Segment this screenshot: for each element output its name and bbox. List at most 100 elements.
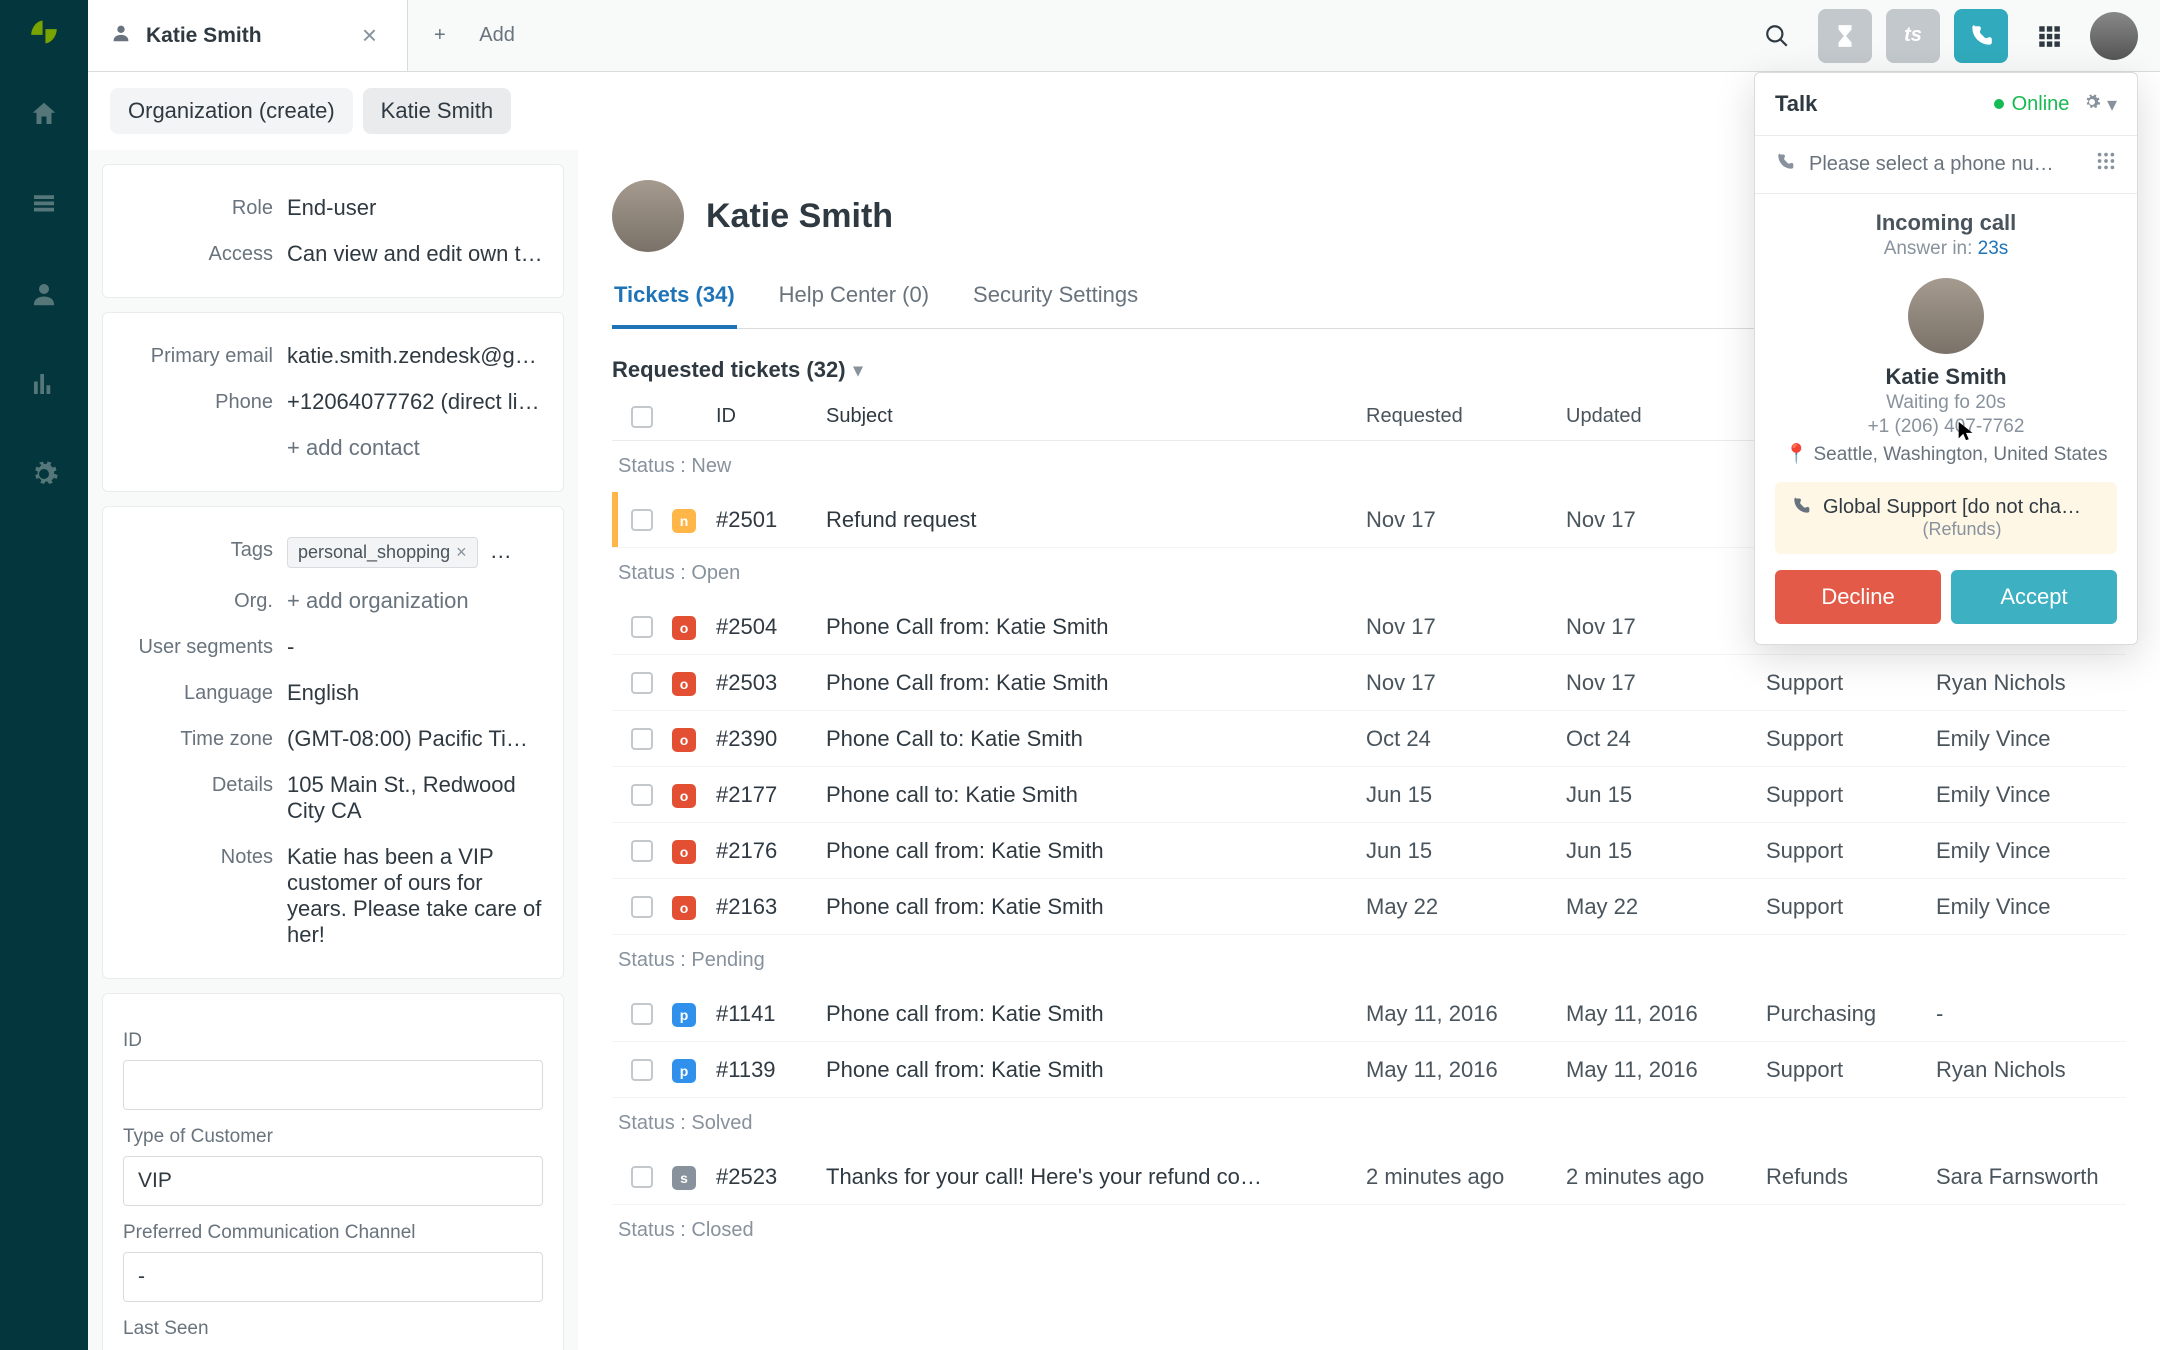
crumb-user[interactable]: Katie Smith: [363, 88, 512, 134]
ticket-group: Support: [1766, 894, 1936, 920]
notes-value[interactable]: Katie has been a VIP customer of ours fo…: [287, 844, 543, 948]
crumb-org[interactable]: Organization (create): [110, 88, 353, 134]
ticket-subject: Phone call from: Katie Smith: [826, 894, 1366, 920]
tz-label: Time zone: [123, 726, 273, 751]
apps-grid-icon[interactable]: [2022, 9, 2076, 63]
details-label: Details: [123, 772, 273, 797]
row-checkbox[interactable]: [631, 1003, 653, 1025]
phone-value[interactable]: +12064077762 (direct line): [287, 389, 543, 415]
keypad-icon[interactable]: [2095, 150, 2117, 179]
tab-add[interactable]: + Add: [408, 0, 541, 71]
nav-admin-icon[interactable]: [16, 446, 72, 502]
col-updated[interactable]: Updated: [1566, 405, 1766, 428]
search-icon[interactable]: [1750, 9, 1804, 63]
status-badge: o: [672, 728, 696, 752]
segments-label: User segments: [123, 634, 273, 659]
cf-channel-input[interactable]: [123, 1252, 543, 1302]
segments-value[interactable]: -: [287, 634, 543, 660]
tz-value[interactable]: (GMT-08:00) Pacific Tim…: [287, 726, 543, 752]
remove-tag-icon[interactable]: ×: [530, 542, 541, 563]
ticket-id: #2176: [716, 838, 826, 864]
add-org-link[interactable]: + add organization: [287, 588, 543, 614]
status-dot-icon: [1994, 99, 2004, 109]
col-id[interactable]: ID: [716, 405, 826, 428]
table-row[interactable]: o#2390Phone Call to: Katie SmithOct 24Oc…: [612, 711, 2126, 767]
gear-icon[interactable]: ▾: [2083, 92, 2117, 117]
cf-id-input[interactable]: [123, 1060, 543, 1110]
tab-tickets[interactable]: Tickets (34): [612, 272, 737, 328]
row-checkbox[interactable]: [631, 784, 653, 806]
nav-home-icon[interactable]: [16, 86, 72, 142]
select-all-checkbox[interactable]: [631, 406, 653, 428]
ts-icon[interactable]: ts: [1886, 9, 1940, 63]
decline-button[interactable]: Decline: [1775, 570, 1941, 624]
remove-tag-icon[interactable]: ×: [456, 542, 467, 563]
ticket-subject: Refund request: [826, 507, 1366, 533]
app-logo[interactable]: [24, 12, 64, 52]
close-icon[interactable]: ×: [362, 20, 377, 51]
ticket-assignee: Emily Vince: [1936, 726, 2126, 752]
ticket-updated: Nov 17: [1566, 670, 1766, 696]
col-requested[interactable]: Requested: [1366, 405, 1566, 428]
add-contact-link[interactable]: + add contact: [287, 435, 543, 461]
chevron-down-icon: ▾: [854, 360, 863, 381]
access-value[interactable]: Can view and edit own ti…: [287, 241, 543, 267]
nav-reports-icon[interactable]: [16, 356, 72, 412]
language-value[interactable]: English: [287, 680, 543, 706]
row-checkbox[interactable]: [631, 509, 653, 531]
ticket-id: #1141: [716, 1001, 826, 1027]
ticket-requested: Jun 15: [1366, 838, 1566, 864]
table-row[interactable]: p#1141Phone call from: Katie SmithMay 11…: [612, 986, 2126, 1042]
status-badge: p: [672, 1003, 696, 1027]
row-checkbox[interactable]: [631, 896, 653, 918]
status-group-pending: Status : Pending: [612, 935, 2126, 986]
avatar[interactable]: [2090, 12, 2138, 60]
table-row[interactable]: p#1139Phone call from: Katie SmithMay 11…: [612, 1042, 2126, 1098]
tags-value[interactable]: personal_shopping× vip×: [287, 537, 543, 568]
table-row[interactable]: o#2176Phone call from: Katie SmithJun 15…: [612, 823, 2126, 879]
cf-id-label: ID: [123, 1030, 543, 1052]
row-checkbox[interactable]: [631, 672, 653, 694]
tags-label: Tags: [123, 537, 273, 562]
status-badge: o: [672, 784, 696, 808]
add-label: Add: [479, 24, 515, 47]
ticket-subject: Phone Call from: Katie Smith: [826, 614, 1366, 640]
row-checkbox[interactable]: [631, 840, 653, 862]
row-checkbox[interactable]: [631, 728, 653, 750]
ticket-id: #1139: [716, 1057, 826, 1083]
tab-user[interactable]: Katie Smith ×: [88, 0, 408, 71]
row-checkbox[interactable]: [631, 616, 653, 638]
nav-views-icon[interactable]: [16, 176, 72, 232]
tab-security[interactable]: Security Settings: [971, 272, 1140, 328]
tab-title: Katie Smith: [146, 24, 262, 48]
phone-select[interactable]: Please select a phone nu…: [1755, 136, 2137, 194]
table-row[interactable]: o#2163Phone call from: Katie SmithMay 22…: [612, 879, 2126, 935]
cf-lastseen-label: Last Seen: [123, 1318, 543, 1340]
role-value[interactable]: End-user: [287, 195, 543, 221]
table-row[interactable]: o#2503Phone Call from: Katie SmithNov 17…: [612, 655, 2126, 711]
answer-in: Answer in: 23s: [1775, 238, 2117, 260]
ticket-group: Support: [1766, 1057, 1936, 1083]
email-value[interactable]: katie.smith.zendesk@g…▾: [287, 343, 543, 369]
user-avatar[interactable]: [612, 180, 684, 252]
table-row[interactable]: o#2177Phone call to: Katie SmithJun 15Ju…: [612, 767, 2126, 823]
nav-customers-icon[interactable]: [16, 266, 72, 322]
person-icon: [110, 22, 132, 50]
status-badge: o: [672, 896, 696, 920]
hourglass-icon[interactable]: [1818, 9, 1872, 63]
ticket-requested: 2 minutes ago: [1366, 1164, 1566, 1190]
row-checkbox[interactable]: [631, 1059, 653, 1081]
col-subject[interactable]: Subject: [826, 405, 1366, 428]
table-row[interactable]: s#2523Thanks for your call! Here's your …: [612, 1149, 2126, 1205]
caller-name: Katie Smith: [1775, 364, 2117, 390]
cf-type-input[interactable]: [123, 1156, 543, 1206]
talk-status[interactable]: Online: [1994, 93, 2070, 116]
ticket-updated: Nov 17: [1566, 507, 1766, 533]
ticket-group: Support: [1766, 838, 1936, 864]
status-badge: o: [672, 840, 696, 864]
details-value[interactable]: 105 Main St., Redwood City CA: [287, 772, 543, 824]
accept-button[interactable]: Accept: [1951, 570, 2117, 624]
row-checkbox[interactable]: [631, 1166, 653, 1188]
tab-help-center[interactable]: Help Center (0): [777, 272, 931, 328]
talk-phone-icon[interactable]: [1954, 9, 2008, 63]
